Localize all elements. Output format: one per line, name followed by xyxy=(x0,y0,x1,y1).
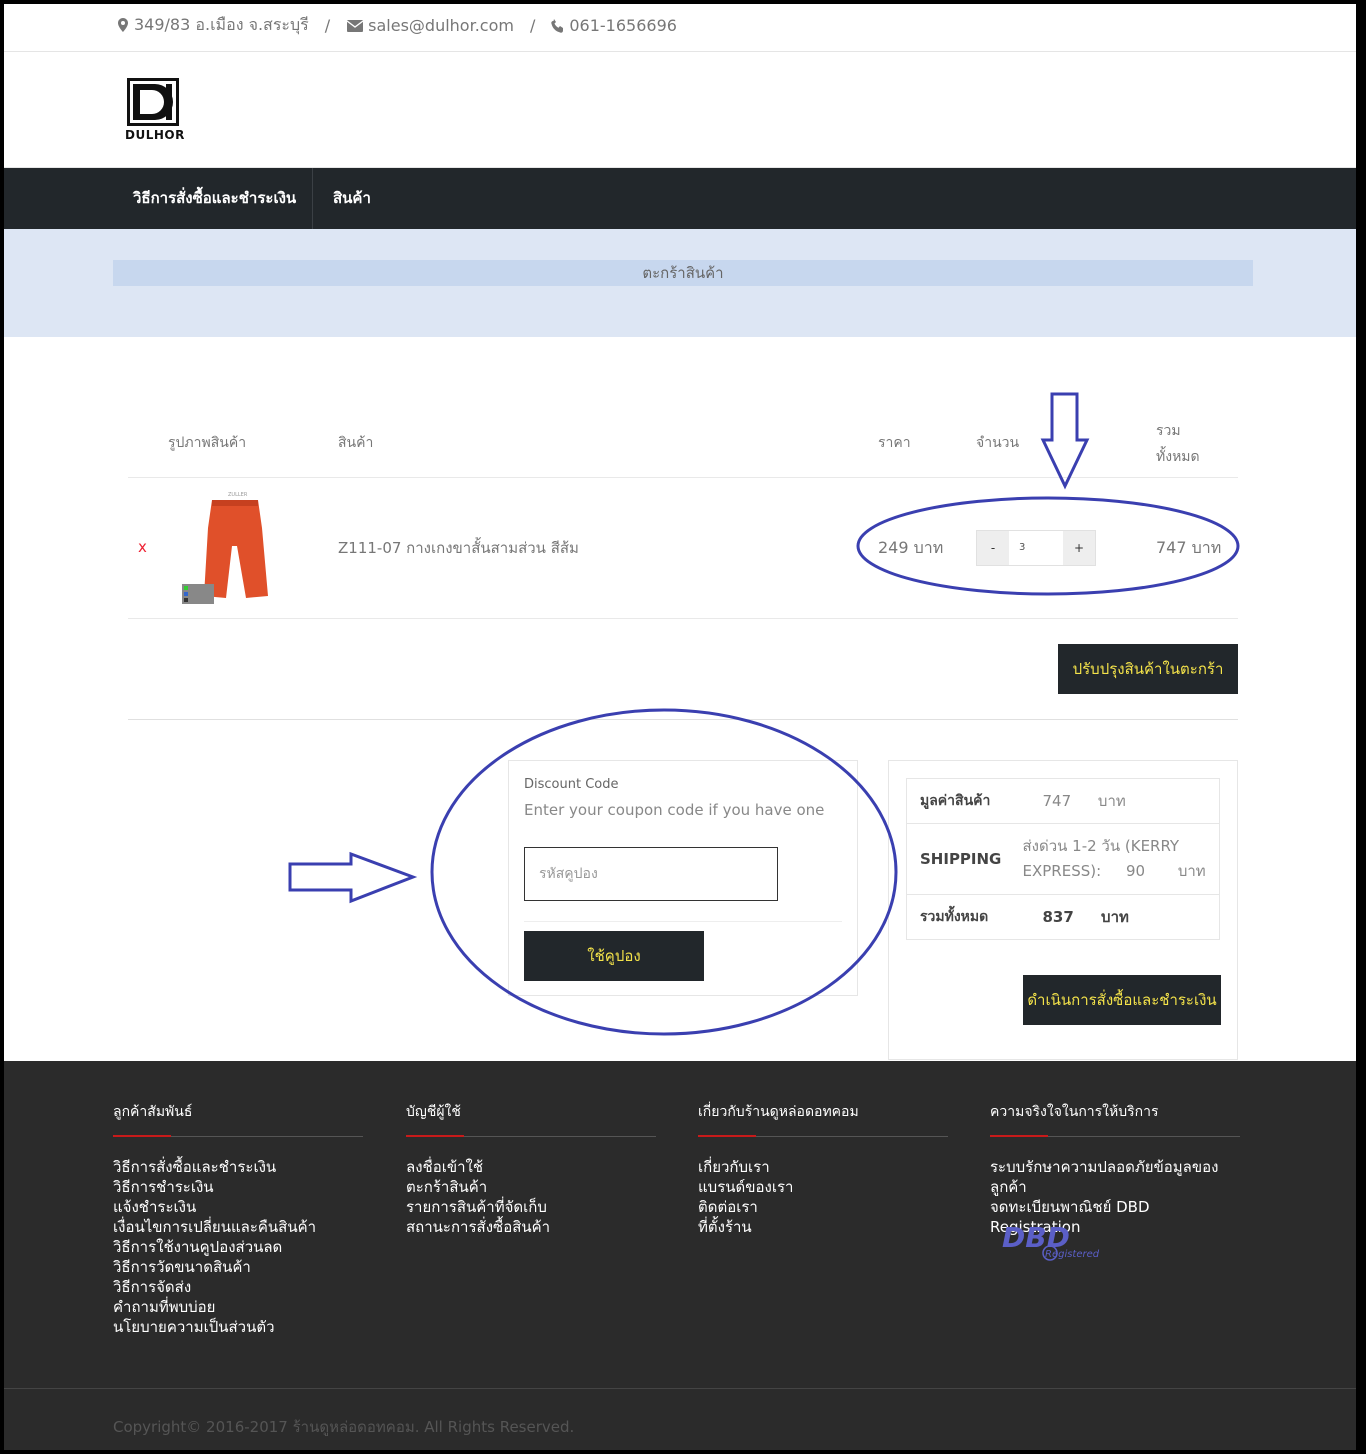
footer-link[interactable]: นโยบายความเป็นส่วนตัว xyxy=(113,1317,363,1337)
apply-coupon-button[interactable]: ใช้คูปอง xyxy=(524,931,704,981)
site-footer: ลูกค้าสัมพันธ์ วิธีการสั่งซื้อและชำระเงิ… xyxy=(0,1061,1366,1454)
col-image: รูปภาพสินค้า xyxy=(168,435,247,451)
footer-link[interactable]: เงื่อนไขการเปลี่ยนและคืนสินค้า xyxy=(113,1217,363,1237)
product-price: 249 บาท xyxy=(878,538,944,557)
subtotal-value-cell: 747 บาท xyxy=(1023,779,1220,824)
grand-total-value-cell: 837 บาท xyxy=(1022,894,1220,940)
currency: บาท xyxy=(1177,862,1206,880)
footer-col-account: บัญชีผู้ใช้ ลงชื่อเข้าใช้ ตะกร้าสินค้า ร… xyxy=(406,1101,656,1237)
qty-decrease-button[interactable]: - xyxy=(977,531,1009,565)
footer-link[interactable]: คำถามที่พบบ่อย xyxy=(113,1297,363,1317)
footer-col-title: ลูกค้าสัมพันธ์ xyxy=(113,1101,363,1137)
footer-link[interactable]: ที่ตั้งร้าน xyxy=(698,1217,948,1237)
line-total: 747 บาท xyxy=(1156,538,1222,557)
discount-panel: Discount Code Enter your coupon code if … xyxy=(508,760,858,996)
page-title: ตะกร้าสินค้า xyxy=(113,260,1253,286)
footer-col-title: ความจริงใจในการให้บริการ xyxy=(990,1101,1240,1137)
col-total-line1: รวม xyxy=(1156,423,1181,439)
address: 349/83 อ.เมือง จ.สระบุรี xyxy=(116,13,309,38)
shipping-row: SHIPPING ส่งด่วน 1-2 วัน (KERRY EXPRESS)… xyxy=(906,823,1220,895)
phone[interactable]: 061-1656696 xyxy=(551,16,677,35)
email[interactable]: sales@dulhor.com xyxy=(346,16,514,35)
currency: บาท xyxy=(1101,908,1129,926)
footer-link[interactable]: วิธีการชำระเงิน xyxy=(113,1177,363,1197)
grand-total-value: 837 xyxy=(1042,908,1074,926)
divider xyxy=(0,1388,1366,1389)
footer-link[interactable]: เกี่ยวกับเรา xyxy=(698,1157,948,1177)
col-total: รวม ทั้งหมด xyxy=(1156,420,1200,468)
quantity-stepper: - 3 + xyxy=(976,530,1096,566)
footer-link[interactable]: ลงชื่อเข้าใช้ xyxy=(406,1157,656,1177)
subtotal-value: 747 xyxy=(1042,792,1072,810)
map-marker-icon xyxy=(118,18,128,32)
copyright-text: Copyright© 2016-2017 ร้านดูหล่อดอทคอม. A… xyxy=(113,1418,575,1436)
grand-total-label: รวมทั้งหมด xyxy=(906,894,1023,940)
footer-link[interactable]: วิธีการวัดขนาดสินค้า xyxy=(113,1257,363,1277)
footer-link[interactable]: วิธีการสั่งซื้อและชำระเงิน xyxy=(113,1157,363,1177)
footer-link[interactable]: แบรนด์ของเรา xyxy=(698,1177,948,1197)
cart-totals-panel: มูลค่าสินค้า 747 บาท SHIPPING ส่งด่วน 1-… xyxy=(888,760,1238,1060)
top-info-bar: 349/83 อ.เมือง จ.สระบุรี / sales@dulhor.… xyxy=(0,0,1366,52)
logo-text: DULHOR xyxy=(125,128,185,142)
nav-item-how-to-order[interactable]: วิธีการสั่งซื้อและชำระเงิน xyxy=(114,168,313,229)
grand-total-row: รวมทั้งหมด 837 บาท xyxy=(906,894,1220,940)
subtotal-row: มูลค่าสินค้า 747 บาท xyxy=(907,779,1220,824)
currency: บาท xyxy=(1097,792,1126,810)
cart-table-header: รูปภาพสินค้า สินค้า ราคา จำนวน รวม ทั้งห… xyxy=(128,410,1238,478)
footer-col-title: เกี่ยวกับร้านดูหล่อดอทคอม xyxy=(698,1101,948,1137)
footer-link[interactable]: ตะกร้าสินค้า xyxy=(406,1177,656,1197)
footer-col-about: เกี่ยวกับร้านดูหล่อดอทคอม เกี่ยวกับเรา แ… xyxy=(698,1101,948,1237)
shipping-method: ส่งด่วน 1-2 วัน (KERRY EXPRESS): xyxy=(1022,837,1180,880)
footer-link[interactable]: ระบบรักษาความปลอดภัยข้อมูลของลูกค้า xyxy=(990,1157,1240,1197)
qty-increase-button[interactable]: + xyxy=(1063,531,1095,565)
col-price: ราคา xyxy=(878,435,911,451)
discount-hint: Enter your coupon code if you have one xyxy=(524,801,825,819)
footer-col-title: บัญชีผู้ใช้ xyxy=(406,1101,656,1137)
footer-link[interactable]: แจ้งชำระเงิน xyxy=(113,1197,363,1217)
shipping-value-cell: ส่งด่วน 1-2 วัน (KERRY EXPRESS): 90 บาท xyxy=(1022,823,1220,895)
update-cart-button[interactable]: ปรับปรุงสินค้าในตะกร้า xyxy=(1058,644,1238,694)
divider xyxy=(128,719,1238,720)
footer-link[interactable]: สถานะการสั่งซื้อสินค้า xyxy=(406,1217,656,1237)
separator: / xyxy=(324,16,331,35)
footer-col-trust: ความจริงใจในการให้บริการ ระบบรักษาความปล… xyxy=(990,1101,1240,1261)
logo-mark xyxy=(127,78,179,126)
dbd-logo-sub: Registered xyxy=(1045,1249,1100,1260)
footer-link[interactable]: รายการสินค้าที่จัดเก็บ xyxy=(406,1197,656,1217)
site-header: DULHOR xyxy=(0,52,1366,168)
phone-icon xyxy=(551,19,564,33)
remove-item-button[interactable]: x xyxy=(138,538,147,556)
col-quantity: จำนวน xyxy=(976,435,1020,451)
site-logo[interactable]: DULHOR xyxy=(124,76,184,146)
footer-col-customer: ลูกค้าสัมพันธ์ วิธีการสั่งซื้อและชำระเงิ… xyxy=(113,1101,363,1337)
main-nav: วิธีการสั่งซื้อและชำระเงิน สินค้า xyxy=(0,168,1366,229)
subtotal-label: มูลค่าสินค้า xyxy=(920,793,991,809)
nav-item-products[interactable]: สินค้า xyxy=(313,168,371,229)
col-product: สินค้า xyxy=(338,435,374,451)
svg-text:ZULLER: ZULLER xyxy=(228,492,248,498)
product-name[interactable]: Z111-07 กางเกงขาสั้นสามส่วน สีส้ม xyxy=(338,536,579,560)
discount-label: Discount Code xyxy=(524,777,619,792)
dbd-registered-logo[interactable]: DBD Registered xyxy=(990,1213,1120,1263)
shipping-label: SHIPPING xyxy=(906,823,1023,895)
separator: / xyxy=(529,16,536,35)
arrow-right-annotation xyxy=(288,851,418,904)
envelope-icon xyxy=(346,20,364,32)
qty-input[interactable]: 3 xyxy=(1009,531,1063,565)
shipping-amount: 90 xyxy=(1125,862,1146,880)
table-row: x ZULLER Z111-07 กางเกงขาสั้นสามส่วน สีส… xyxy=(128,478,1238,619)
coupon-code-input[interactable] xyxy=(524,847,778,901)
product-thumbnail[interactable]: ZULLER xyxy=(180,488,280,610)
footer-link[interactable]: วิธีการใช้งานคูปองส่วนลด xyxy=(113,1237,363,1257)
footer-link[interactable]: วิธีการจัดส่ง xyxy=(113,1277,363,1297)
totals-table: มูลค่าสินค้า 747 บาท SHIPPING ส่งด่วน 1-… xyxy=(906,778,1220,940)
page-title-band: ตะกร้าสินค้า xyxy=(0,229,1366,337)
checkout-button[interactable]: ดำเนินการสั่งซื้อและชำระเงิน xyxy=(1023,975,1221,1025)
divider xyxy=(524,921,842,922)
footer-link[interactable]: ติดต่อเรา xyxy=(698,1197,948,1217)
col-total-line2: ทั้งหมด xyxy=(1156,449,1200,465)
